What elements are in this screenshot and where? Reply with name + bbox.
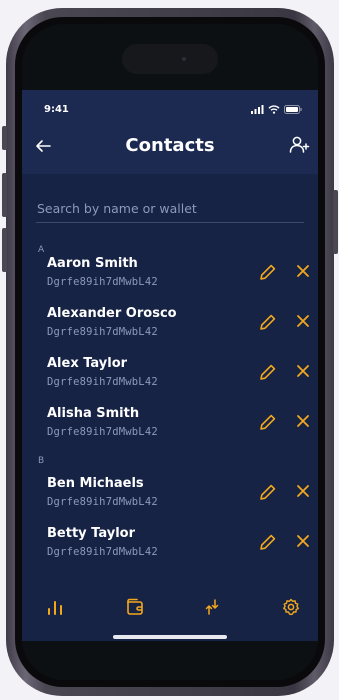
pencil-icon[interactable] [258,362,278,382]
status-time: 9:41 [44,104,69,115]
cellular-signal-icon [251,104,264,114]
contact-name: Aaron Smith [47,256,138,271]
close-x-icon[interactable] [296,484,310,498]
add-user-icon[interactable] [288,134,310,156]
close-x-icon[interactable] [296,414,310,428]
close-x-icon[interactable] [296,314,310,328]
pencil-icon[interactable] [258,482,278,502]
pencil-icon[interactable] [258,262,278,282]
home-indicator[interactable] [113,635,227,639]
contact-row[interactable]: Alisha Smith Dgrfe89ih7dMwbL42 [22,406,318,450]
contact-name: Ben Michaels [47,476,144,491]
pencil-icon[interactable] [258,312,278,332]
wifi-icon [268,104,280,114]
contact-wallet: Dgrfe89ih7dMwbL42 [47,426,158,438]
contact-wallet: Dgrfe89ih7dMwbL42 [47,496,158,508]
silent-switch [2,126,7,150]
contact-wallet: Dgrfe89ih7dMwbL42 [47,326,158,338]
volume-down-button [2,228,7,272]
contact-row[interactable]: Alexander Orosco Dgrfe89ih7dMwbL42 [22,306,318,350]
contact-name: Alex Taylor [47,356,128,371]
section-header-b: B [38,456,45,466]
transfer-arrows-icon[interactable] [202,597,222,617]
power-button [333,190,338,254]
section-header-a: A [38,245,45,255]
phone-frame: 9:41 Contacts Search by name or wallet A… [2,8,338,696]
battery-icon [284,104,302,114]
wallet-icon[interactable] [125,597,145,617]
pencil-icon[interactable] [258,412,278,432]
page-title: Contacts [125,135,215,156]
status-icons [251,104,302,114]
contact-wallet: Dgrfe89ih7dMwbL42 [47,276,158,288]
status-bar: 9:41 [22,90,318,118]
volume-up-button [2,173,7,217]
contact-name: Alexander Orosco [47,306,177,321]
contact-name: Betty Taylor [47,526,135,541]
search-input[interactable] [36,194,304,223]
app-header: Contacts [22,118,318,174]
contact-wallet: Dgrfe89ih7dMwbL42 [47,376,158,388]
contact-row[interactable]: Ben Michaels Dgrfe89ih7dMwbL42 [22,476,318,520]
contact-wallet: Dgrfe89ih7dMwbL42 [47,546,158,558]
contact-row[interactable]: Alex Taylor Dgrfe89ih7dMwbL42 [22,356,318,400]
contact-name: Alisha Smith [47,406,140,421]
settings-gear-icon[interactable] [281,597,301,617]
contact-row[interactable]: Aaron Smith Dgrfe89ih7dMwbL42 [22,256,318,300]
front-camera [182,57,186,61]
list-fade [22,572,318,588]
phone-bezel: 9:41 Contacts Search by name or wallet A… [15,17,325,687]
contacts-app: 9:41 Contacts Search by name or wallet A… [22,90,318,641]
close-x-icon[interactable] [296,264,310,278]
phone-screen: 9:41 Contacts Search by name or wallet A… [22,24,318,680]
pencil-icon[interactable] [258,532,278,552]
close-x-icon[interactable] [296,534,310,548]
contact-row[interactable]: Betty Taylor Dgrfe89ih7dMwbL42 [22,526,318,570]
close-x-icon[interactable] [296,364,310,378]
dynamic-island [122,44,218,74]
bar-chart-icon[interactable] [45,597,65,617]
tab-bar [22,587,318,641]
